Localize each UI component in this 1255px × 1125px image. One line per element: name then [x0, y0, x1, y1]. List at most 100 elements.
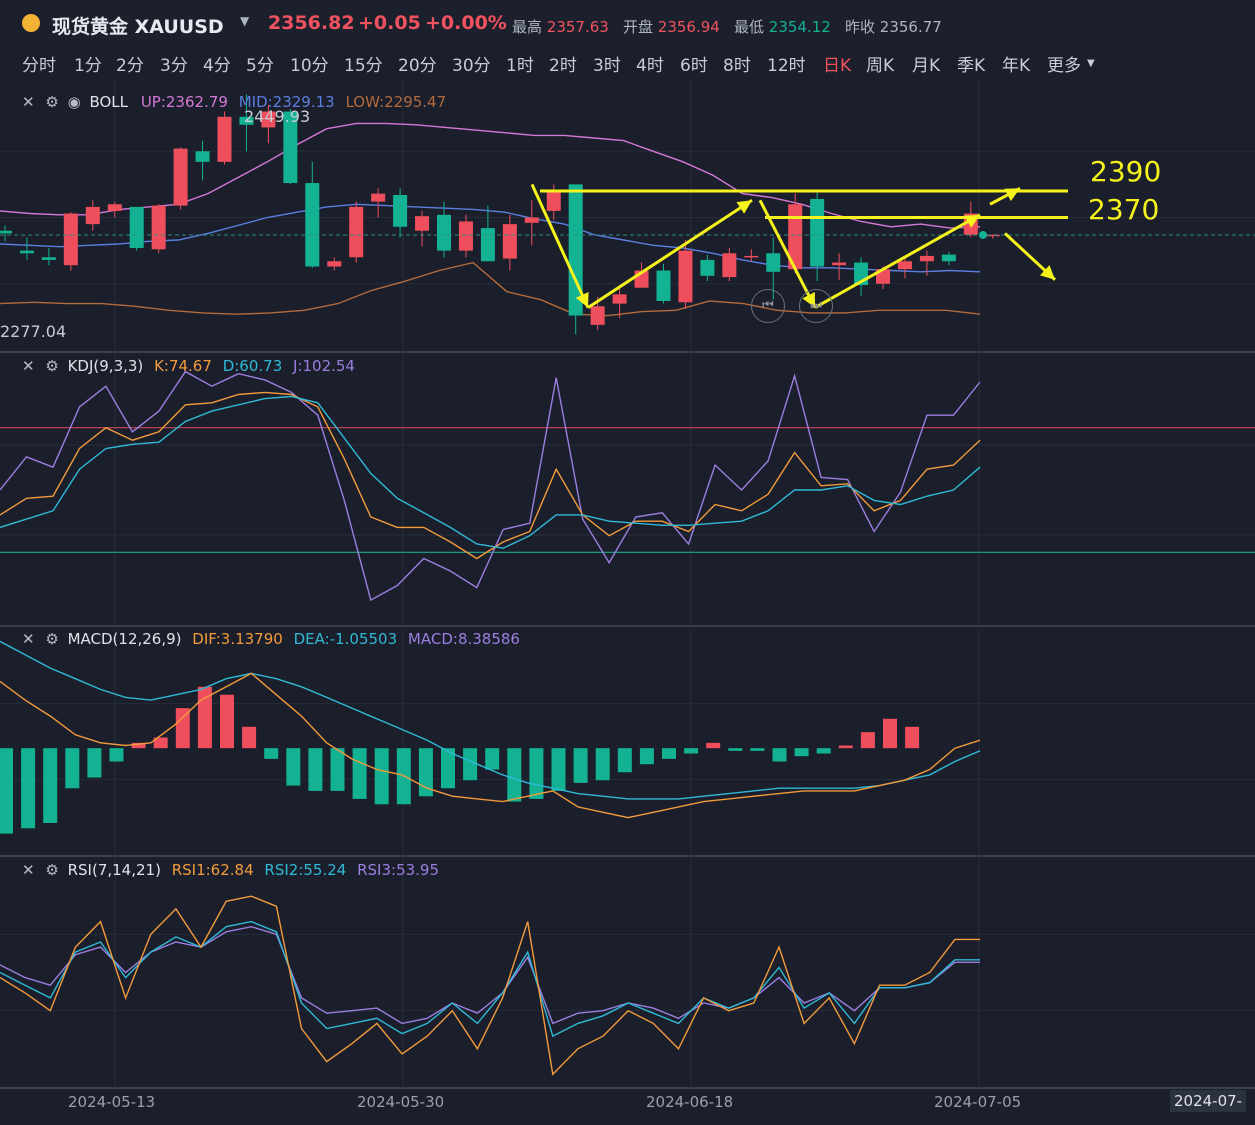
tab-timeframe[interactable]: 年K [1002, 51, 1030, 76]
tab-timeframe[interactable]: 3分 [160, 51, 188, 76]
candle-body [941, 254, 956, 262]
price-change: +0.05 [358, 12, 421, 34]
tab-timeframe[interactable]: 20分 [398, 51, 437, 76]
tab-timeframe[interactable]: 1时 [506, 51, 534, 76]
macd-histogram-bar [109, 748, 124, 762]
x-tick-label: 2024-06-18 [646, 1093, 734, 1111]
boll-low-value: LOW:2295.47 [345, 93, 447, 111]
last-price-dot [979, 230, 987, 239]
chevron-down-icon[interactable]: ▼ [1087, 58, 1095, 69]
tab-timeframe[interactable]: 分时 [22, 51, 56, 76]
chart-area[interactable] [0, 80, 1255, 1125]
tab-timeframe[interactable]: 6时 [680, 51, 708, 76]
rsi-legend: ✕ ⚙ RSI(7,14,21) RSI1:62.84 RSI2:55.24 R… [22, 861, 439, 879]
stat-high: 最高 2357.63 [512, 18, 609, 36]
candle-body [437, 214, 451, 251]
candle-body [678, 250, 693, 303]
candle-body [810, 198, 825, 267]
gear-icon[interactable]: ⚙ [45, 630, 58, 648]
tab-timeframe[interactable]: 1分 [74, 51, 102, 76]
macd-histogram-bar [286, 748, 301, 786]
macd-histogram-bar [684, 748, 699, 754]
macd-hist-value: MACD:8.38586 [407, 630, 520, 648]
macd-histogram-bar [507, 748, 522, 802]
macd-histogram-bar [772, 748, 787, 762]
close-icon[interactable]: ✕ [22, 630, 35, 648]
macd-histogram-bar [905, 726, 920, 749]
macd-histogram-bar [639, 748, 654, 765]
macd-histogram-bar [21, 748, 36, 829]
candle-body [897, 261, 912, 270]
candle-body [195, 151, 210, 162]
stat-open: 开盘 2356.94 [623, 18, 720, 36]
eye-icon[interactable]: ◉ [68, 93, 81, 111]
close-icon[interactable]: ✕ [22, 357, 35, 375]
close-icon[interactable]: ✕ [22, 93, 35, 111]
boll-lower-line [0, 261, 981, 317]
tab-timeframe[interactable]: 8时 [723, 51, 751, 76]
kdj-d-value: D:60.73 [222, 357, 283, 375]
macd-dea-line [0, 640, 981, 800]
candle-body [151, 205, 166, 250]
gear-icon[interactable]: ⚙ [45, 357, 58, 375]
next-icon[interactable]: ⏭ [799, 289, 833, 323]
macd-legend: ✕ ⚙ MACD(12,26,9) DIF:3.13790 DEA:-1.055… [22, 630, 520, 648]
x-tick-label: 2024-07-05 [934, 1093, 1022, 1111]
arrow-up-1-head [736, 200, 752, 214]
boll-upper-line [0, 122, 981, 229]
tab-timeframe[interactable]: 4分 [203, 51, 231, 76]
candle-body [19, 250, 34, 254]
tab-more[interactable]: 更多 [1047, 51, 1081, 76]
tab-timeframe[interactable]: 12时 [767, 51, 806, 76]
macd-histogram-bar [374, 748, 389, 805]
candle-body [107, 204, 122, 211]
tab-timeframe[interactable]: 月K [912, 51, 940, 76]
tab-timeframe[interactable]: 4时 [636, 51, 664, 76]
candle-body [371, 193, 386, 202]
tab-timeframe[interactable]: 2时 [549, 51, 577, 76]
macd-histogram-bar [595, 748, 610, 781]
candle-body [722, 253, 737, 278]
candle-body [217, 116, 232, 162]
candle-body [502, 224, 517, 259]
candle-body [0, 230, 12, 234]
tab-timeframe[interactable]: 2分 [116, 51, 144, 76]
macd-name: MACD(12,26,9) [67, 630, 182, 648]
macd-histogram-bar [617, 748, 632, 773]
tab-timeframe[interactable]: 10分 [290, 51, 329, 76]
x-tick-label: 2024-05-30 [357, 1093, 445, 1111]
macd-histogram-bar [87, 748, 102, 778]
symbol-title[interactable]: 现货黄金 XAUUSD [52, 12, 224, 39]
last-price: 2356.82 [268, 12, 355, 34]
macd-histogram-bar [264, 748, 279, 759]
tab-timeframe[interactable]: 季K [957, 51, 985, 76]
tab-timeframe[interactable]: 5分 [246, 51, 274, 76]
macd-histogram-bar [573, 748, 588, 783]
macd-histogram-bar [816, 748, 831, 754]
tab-timeframe-active[interactable]: 日K [823, 51, 851, 76]
tab-timeframe[interactable]: 15分 [344, 51, 383, 76]
candle-body [327, 261, 342, 267]
macd-histogram-bar [794, 748, 809, 757]
stat-low: 最低 2354.12 [734, 18, 831, 36]
tab-timeframe[interactable]: 周K [866, 51, 894, 76]
price-change-pct: +0.00% [425, 12, 507, 34]
close-icon[interactable]: ✕ [22, 861, 35, 879]
x-tick-label: 2024-05-13 [68, 1093, 156, 1111]
candle-body [700, 259, 715, 276]
candle-body [612, 294, 627, 304]
gear-icon[interactable]: ⚙ [45, 93, 58, 111]
candle-body [349, 206, 364, 258]
macd-histogram-bar [43, 748, 58, 823]
tab-timeframe[interactable]: 3时 [593, 51, 621, 76]
chevron-down-icon[interactable]: ▼ [240, 14, 249, 28]
boll-name: BOLL [89, 93, 129, 111]
kdj-j-value: J:102.54 [293, 357, 355, 375]
rsi1-line [0, 895, 980, 1076]
gear-icon[interactable]: ⚙ [45, 861, 58, 879]
macd-histogram-bar [750, 748, 765, 751]
prev-icon[interactable]: ⏮ [751, 289, 785, 323]
tab-timeframe[interactable]: 30分 [452, 51, 491, 76]
kdj-k-value: K:74.67 [154, 357, 212, 375]
kdj-d-line [0, 395, 981, 549]
